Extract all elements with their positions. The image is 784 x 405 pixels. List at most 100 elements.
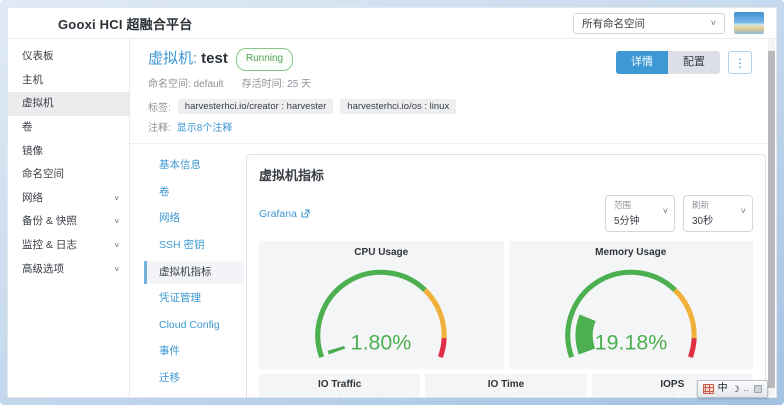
range-select[interactable]: 范围 5分钟 ˅ [605, 195, 675, 232]
svg-text:19.18%: 19.18% [594, 331, 667, 355]
sidebar-item-label: 主机 [22, 74, 43, 88]
grafana-link[interactable]: Grafana [259, 208, 310, 220]
moon-icon[interactable]: ☽ [732, 385, 740, 394]
more-vertical-icon: ⋮ [734, 56, 746, 70]
svg-text:5 kB/s: 5 kB/s [275, 395, 298, 397]
page-title: 虚拟机:test Running [148, 48, 311, 71]
topbar-right: 所有命名空间 ˅ [573, 12, 764, 34]
sidebar-item[interactable]: 仪表板 [8, 45, 129, 69]
sidebar-item-label: 镜像 [22, 145, 43, 159]
vm-name: test [201, 50, 228, 67]
sidebar-item-label: 仪表板 [22, 50, 54, 64]
config-button[interactable]: 配置 [668, 51, 720, 74]
label-chip: harvesterhci.io/os : linux [340, 99, 456, 114]
subnav-item[interactable]: Cloud Config [144, 314, 244, 338]
memory-usage-gauge: Memory Usage 19.18% [509, 241, 754, 369]
ime-options-icon[interactable] [754, 385, 762, 393]
external-link-icon [301, 209, 310, 218]
charts-area: CPU Usage 1.80% Memory Usage 19.18% IO Traf… [259, 241, 753, 397]
app-window: Gooxi HCI 超融合平台 所有命名空间 ˅ 仪表板主机虚拟机卷镜像命名空间… [7, 7, 777, 398]
sidebar-item[interactable]: 镜像 [8, 140, 129, 164]
labels-row: 标签: harvesterhci.io/creator : harvester h… [130, 90, 776, 114]
app-body: 仪表板主机虚拟机卷镜像命名空间网络˅备份 & 快照˅监控 & 日志˅高级选项˅ … [8, 39, 776, 397]
metrics-title: 虚拟机指标 [259, 165, 753, 184]
subnav-item[interactable]: 事件 [144, 340, 244, 364]
detail-content: 基本信息卷网络SSH 密钥虚拟机指标凭证管理Cloud Config事件迁移 虚… [130, 144, 776, 397]
range-label: 范围 [614, 199, 654, 211]
vm-age: 存活时间: 25 天 [242, 75, 311, 90]
user-avatar[interactable] [734, 12, 764, 34]
sidebar-item-label: 高级选项 [22, 263, 64, 277]
io-time-chart: IO Time2 ms1.50 ms1 ms [425, 374, 586, 397]
sidebar-item-label: 命名空间 [22, 168, 64, 182]
sidebar-item[interactable]: 监控 & 日志 ˅ [8, 234, 129, 258]
subnav-item[interactable]: 凭证管理 [144, 287, 244, 311]
refresh-select[interactable]: 刷新 30秒 ˅ [683, 195, 753, 232]
metrics-controls: Grafana 范围 5分钟 ˅ [259, 195, 753, 232]
svg-text:2 ms: 2 ms [446, 395, 464, 397]
sidebar-item-label: 监控 & 日志 [22, 239, 77, 253]
chevron-down-icon: ˅ [663, 207, 668, 216]
metrics-selects: 范围 5分钟 ˅ 刷新 30秒 ˅ [605, 195, 753, 232]
app-title: Gooxi HCI 超融合平台 [58, 14, 192, 33]
ime-mode-indicator[interactable]: 中 [718, 384, 728, 394]
keyboard-icon[interactable] [703, 384, 714, 394]
chevron-down-icon: ˅ [114, 266, 119, 274]
ime-language-bar[interactable]: 中 ☽ ‥ [697, 380, 768, 398]
sidebar-item[interactable]: 虚拟机 [8, 92, 129, 116]
sidebar-item[interactable]: 备份 & 快照 ˅ [8, 210, 129, 234]
svg-text:0.400 io/s: 0.400 io/s [595, 395, 631, 397]
detail-subnav: 基本信息卷网络 SSH 密钥虚拟机指标凭证管理 Cloud Config事件迁移 [144, 152, 244, 397]
sidebar-item-label: 网络 [22, 192, 43, 206]
sidebar-item[interactable]: 主机 [8, 69, 129, 93]
resource-type-link[interactable]: 虚拟机: [148, 50, 197, 67]
chevron-down-icon: ˅ [114, 195, 119, 203]
vm-header: 虚拟机:test Running 命名空间: default 存活时间: 25 天… [130, 39, 776, 90]
memory-usage-title: Memory Usage [509, 247, 754, 258]
annotations-label: 注释: [148, 119, 171, 134]
cpu-usage-title: CPU Usage [259, 247, 504, 258]
cpu-usage-gauge: CPU Usage 1.80% [259, 241, 504, 369]
chart-row: IO Traffic5 kB/s4 kB/s3 kB/sIO Time2 ms1… [259, 374, 753, 397]
subnav-item[interactable]: 迁移 [144, 367, 244, 391]
io-traffic-chart: IO Traffic5 kB/s4 kB/s3 kB/s [259, 374, 420, 397]
sidebar-item[interactable]: 网络 ˅ [8, 187, 129, 211]
vm-namespace: 命名空间: default [148, 75, 224, 90]
sidebar-item-label: 虚拟机 [22, 97, 54, 111]
label-chip: harvesterhci.io/creator : harvester [178, 99, 334, 114]
subnav-item[interactable]: 网络 [144, 207, 244, 231]
scrollbar-thumb[interactable] [768, 51, 775, 388]
top-bar: Gooxi HCI 超融合平台 所有命名空间 ˅ [8, 8, 776, 39]
sidebar-item-label: 备份 & 快照 [22, 215, 77, 229]
grafana-link-label: Grafana [259, 208, 297, 220]
annotations-row: 注释: 显示8个注释 [130, 114, 776, 134]
labels-label: 标签: [148, 99, 171, 114]
namespace-filter-select[interactable]: 所有命名空间 ˅ [573, 13, 725, 34]
namespace-filter-value: 所有命名空间 [582, 16, 645, 31]
chevron-down-icon: ˅ [741, 207, 746, 216]
subnav-item[interactable]: SSH 密钥 [144, 234, 244, 258]
range-value: 5分钟 [614, 212, 654, 227]
sidebar-item[interactable]: 卷 [8, 116, 129, 140]
header-actions: 详情 配置 ⋮ [616, 48, 752, 90]
vm-meta: 命名空间: default 存活时间: 25 天 [148, 75, 311, 90]
chevron-down-icon: ˅ [114, 242, 119, 250]
subnav-item[interactable]: 基本信息 [144, 154, 244, 178]
status-badge: Running [236, 48, 293, 71]
gauge-row: CPU Usage 1.80% Memory Usage 19.18% [259, 241, 753, 369]
sidebar-item[interactable]: 命名空间 [8, 163, 129, 187]
sidebar-item[interactable]: 高级选项 ˅ [8, 258, 129, 282]
subnav-item[interactable]: 卷 [144, 181, 244, 205]
refresh-value: 30秒 [692, 212, 732, 227]
more-actions-button[interactable]: ⋮ [728, 51, 752, 74]
detail-button[interactable]: 详情 [616, 51, 668, 74]
vertical-scrollbar[interactable] [768, 39, 775, 396]
metrics-card: 虚拟机指标 Grafana 范围 5分钟 [246, 154, 766, 397]
subnav-item[interactable]: 虚拟机指标 [144, 261, 244, 285]
io-time-title: IO Time [425, 379, 586, 390]
svg-text:1.80%: 1.80% [351, 331, 412, 355]
show-annotations-link[interactable]: 显示8个注释 [177, 119, 233, 134]
view-mode-buttons: 详情 配置 [616, 51, 720, 74]
chevron-down-icon: ˅ [114, 218, 119, 226]
ime-dots-icon[interactable]: ‥ [744, 385, 750, 393]
